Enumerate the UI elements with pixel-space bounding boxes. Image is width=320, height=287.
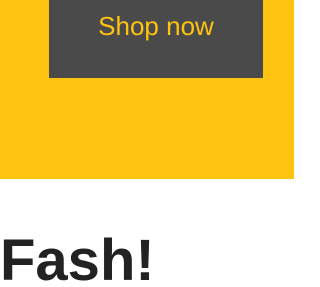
page: Shop now Fash!: [0, 0, 294, 287]
promo-banner: Shop now: [0, 0, 294, 179]
shop-now-button-label: Shop now: [98, 11, 214, 41]
section-heading: Fash!: [0, 228, 155, 287]
shop-now-button[interactable]: Shop now: [49, 0, 263, 78]
